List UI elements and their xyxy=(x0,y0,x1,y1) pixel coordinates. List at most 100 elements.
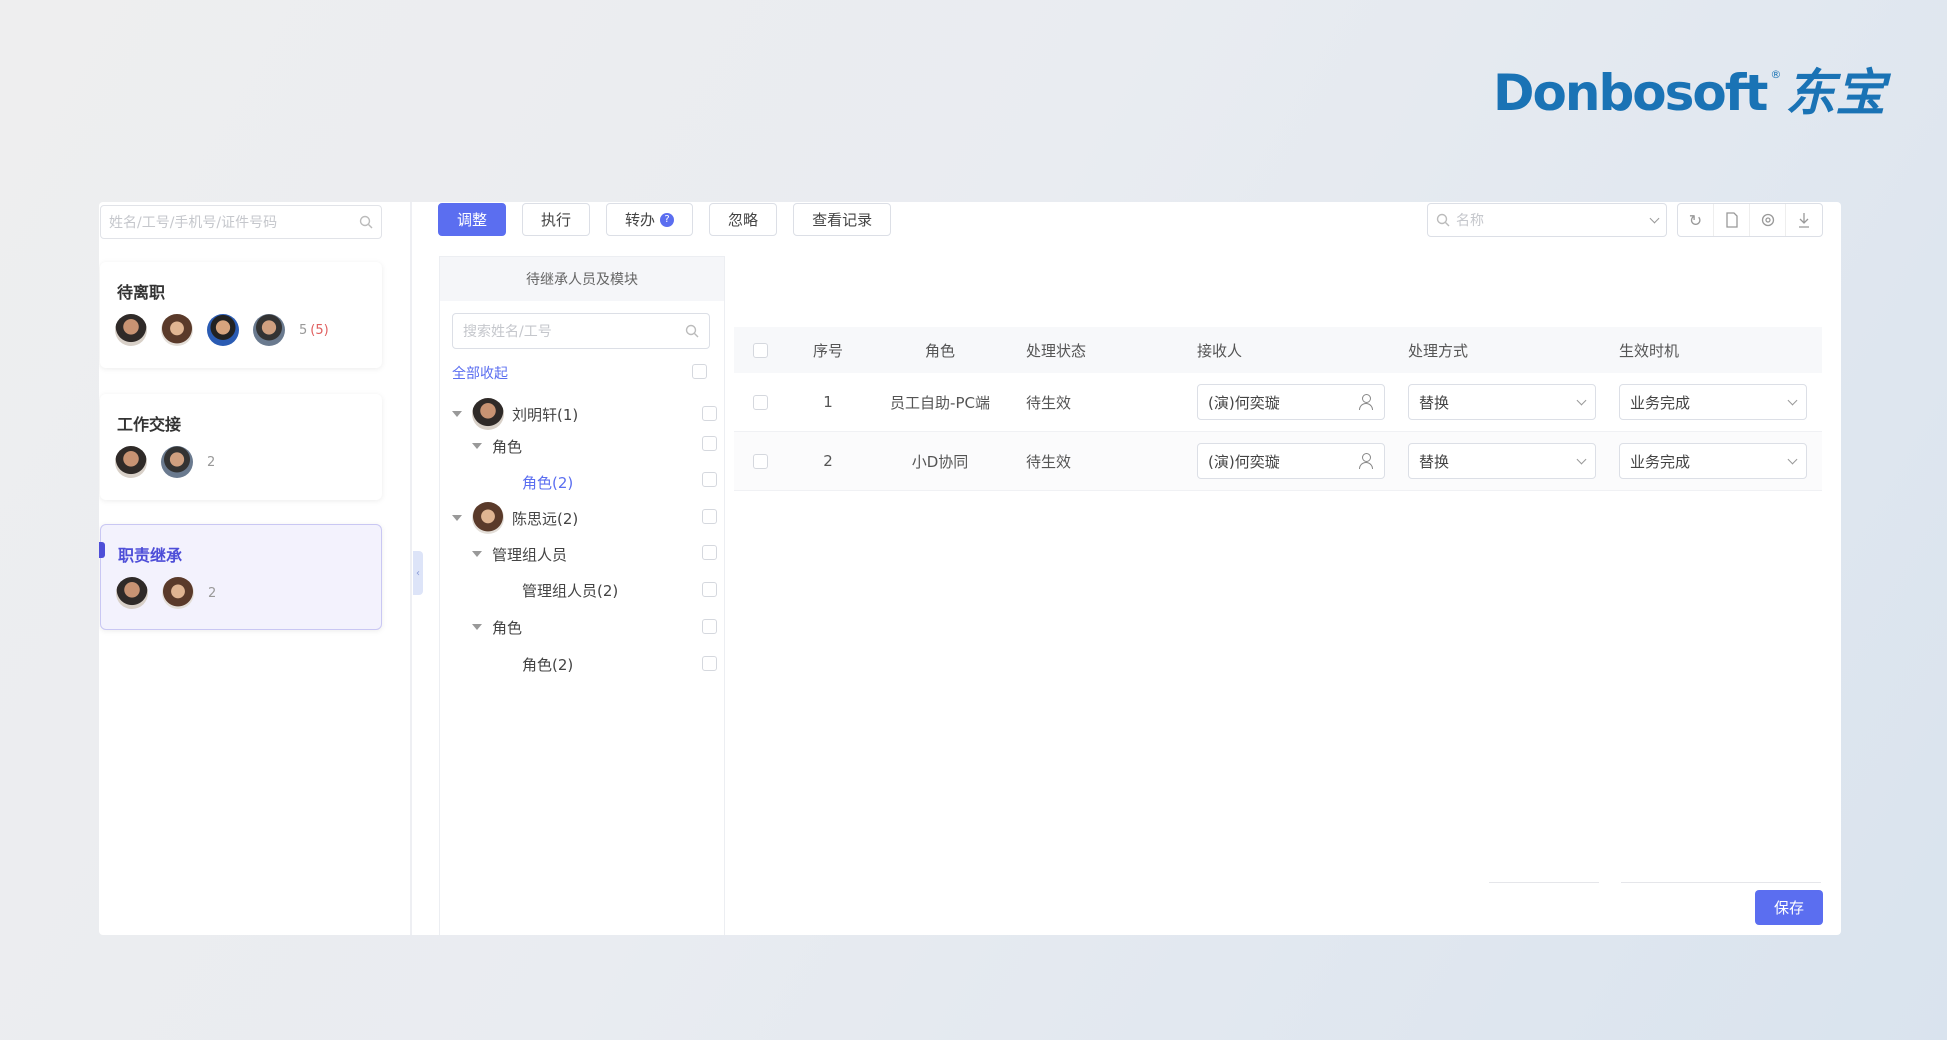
caret-down-icon[interactable] xyxy=(452,411,462,417)
cell-time: 业务完成 xyxy=(1607,384,1807,420)
collapse-sidebar-handle[interactable]: ‹ xyxy=(413,551,423,595)
tree-search-input[interactable]: 搜索姓名/工号 xyxy=(452,313,710,349)
receiver-picker[interactable]: (演)何奕璇 xyxy=(1197,384,1385,420)
inheritance-table: 序号 角色 处理状态 接收人 处理方式 生效时机 1 员工自助-PC端 待生效 … xyxy=(734,327,1822,491)
header-checkbox[interactable] xyxy=(752,342,768,358)
header-status: 处理状态 xyxy=(1026,341,1087,360)
tree-node-label: 管理组人员 xyxy=(492,545,568,564)
tree-checkbox[interactable] xyxy=(702,582,717,597)
avatar xyxy=(161,446,193,478)
search-icon[interactable] xyxy=(359,215,373,229)
main-panel: 姓名/工号/手机号/证件号码 待离职 5 (5) 工作交接 2 职责继承 2 ‹… xyxy=(99,202,1841,935)
avatar xyxy=(162,577,194,609)
tree-checkbox[interactable] xyxy=(702,509,717,524)
tree-checkbox[interactable] xyxy=(702,406,717,421)
donbosoft-logo: Donbosoft ® 东宝 xyxy=(1493,58,1885,128)
cell-receiver: (演)何奕璇 xyxy=(1185,384,1396,420)
caret-down-icon[interactable] xyxy=(472,443,482,449)
person-icon[interactable] xyxy=(1358,453,1374,469)
cell-seq: 2 xyxy=(823,452,833,470)
table-header: 序号 角色 处理状态 接收人 处理方式 生效时机 xyxy=(734,327,1822,373)
transfer-button[interactable]: 转办? xyxy=(606,203,694,236)
transfer-label: 转办 xyxy=(625,211,656,229)
tree-node-leaf[interactable]: 角色(2) xyxy=(440,646,724,682)
caret-down-icon[interactable] xyxy=(452,515,462,521)
card-work-handover[interactable]: 工作交接 2 xyxy=(100,394,382,500)
card-title: 职责继承 xyxy=(118,546,183,565)
chevron-down-icon xyxy=(1649,213,1660,223)
time-value: 业务完成 xyxy=(1630,452,1691,471)
tree-checkbox[interactable] xyxy=(702,545,717,560)
column-divider xyxy=(410,202,412,935)
row-checkbox[interactable] xyxy=(752,394,768,410)
avatar xyxy=(472,398,504,430)
execute-button[interactable]: 执行 xyxy=(522,203,591,236)
tree-node-leaf[interactable]: 角色(2) xyxy=(440,464,724,500)
tree-node-group[interactable]: 管理组人员 xyxy=(440,536,724,572)
select-all-checkbox[interactable] xyxy=(692,364,707,379)
cell-time: 业务完成 xyxy=(1607,443,1807,479)
tree-checkbox[interactable] xyxy=(702,656,717,671)
help-icon[interactable]: ? xyxy=(660,212,675,227)
tree-checkbox[interactable] xyxy=(702,619,717,634)
ignore-button[interactable]: 忽略 xyxy=(709,203,778,236)
tree-node-label: 角色(2) xyxy=(522,655,574,674)
right-tools: 名称 ↻ xyxy=(1427,203,1823,237)
row-checkbox[interactable] xyxy=(752,453,768,469)
adjust-button[interactable]: 调整 xyxy=(438,203,507,236)
avatar xyxy=(253,314,285,346)
tool-icon-group: ↻ xyxy=(1677,203,1823,237)
caret-down-icon[interactable] xyxy=(472,551,482,557)
avatar xyxy=(116,577,148,609)
time-select[interactable]: 业务完成 xyxy=(1619,443,1807,479)
cell-method: 替换 xyxy=(1396,443,1607,479)
avatar-count: 2 xyxy=(207,454,216,470)
header-method: 处理方式 xyxy=(1408,341,1469,360)
avatar-count: 5 (5) xyxy=(299,322,329,338)
cell-method: 替换 xyxy=(1396,384,1607,420)
save-button[interactable]: 保存 xyxy=(1755,890,1823,925)
tree-node-person[interactable]: 陈思远(2) xyxy=(440,500,724,536)
bottom-strip xyxy=(0,1040,1947,1061)
avatar-list: 5 (5) xyxy=(115,314,329,346)
card-duty-inheritance[interactable]: 职责继承 2 xyxy=(99,524,382,630)
cell-receiver: (演)何奕璇 xyxy=(1185,443,1396,479)
export-file-icon[interactable] xyxy=(1714,204,1750,236)
employee-search-placeholder: 姓名/工号/手机号/证件号码 xyxy=(109,215,278,231)
avatar-list: 2 xyxy=(116,577,216,609)
method-value: 替换 xyxy=(1419,393,1450,412)
card-title: 工作交接 xyxy=(117,415,182,434)
time-select[interactable]: 业务完成 xyxy=(1619,384,1807,420)
caret-down-icon[interactable] xyxy=(472,624,482,630)
tree-checkbox[interactable] xyxy=(702,472,717,487)
receiver-picker[interactable]: (演)何奕璇 xyxy=(1197,443,1385,479)
header-receiver: 接收人 xyxy=(1197,341,1243,360)
search-icon xyxy=(1436,213,1450,227)
header-time: 生效时机 xyxy=(1619,341,1680,360)
chevron-left-icon: ‹ xyxy=(416,567,420,579)
settings-icon[interactable] xyxy=(1750,204,1786,236)
name-search-select[interactable]: 名称 xyxy=(1427,203,1667,237)
download-icon[interactable] xyxy=(1786,204,1822,236)
card-pending-resignation[interactable]: 待离职 5 (5) xyxy=(100,262,382,368)
tree-node-group[interactable]: 角色 xyxy=(440,609,724,645)
chevron-down-icon xyxy=(1576,395,1587,405)
tree-node-person[interactable]: 刘明轩(1) xyxy=(440,396,724,432)
employee-search-input[interactable]: 姓名/工号/手机号/证件号码 xyxy=(100,205,382,239)
avatar xyxy=(115,314,147,346)
header-role: 角色 xyxy=(924,341,955,360)
collapse-all-link[interactable]: 全部收起 xyxy=(452,363,508,383)
refresh-icon[interactable]: ↻ xyxy=(1678,204,1714,236)
tree-checkbox[interactable] xyxy=(702,436,717,451)
tree-node-group[interactable]: 角色 xyxy=(440,428,724,464)
tree-node-leaf[interactable]: 管理组人员(2) xyxy=(440,572,724,608)
chevron-down-icon xyxy=(1787,454,1798,464)
method-select[interactable]: 替换 xyxy=(1408,443,1596,479)
method-select[interactable]: 替换 xyxy=(1408,384,1596,420)
logo-chinese: 东宝 xyxy=(1785,63,1886,122)
view-records-button[interactable]: 查看记录 xyxy=(793,203,892,236)
search-icon[interactable] xyxy=(685,324,699,338)
tree-node-label: 刘明轩(1) xyxy=(512,405,579,424)
person-icon[interactable] xyxy=(1358,394,1374,410)
cell-status: 待生效 xyxy=(1026,393,1072,412)
